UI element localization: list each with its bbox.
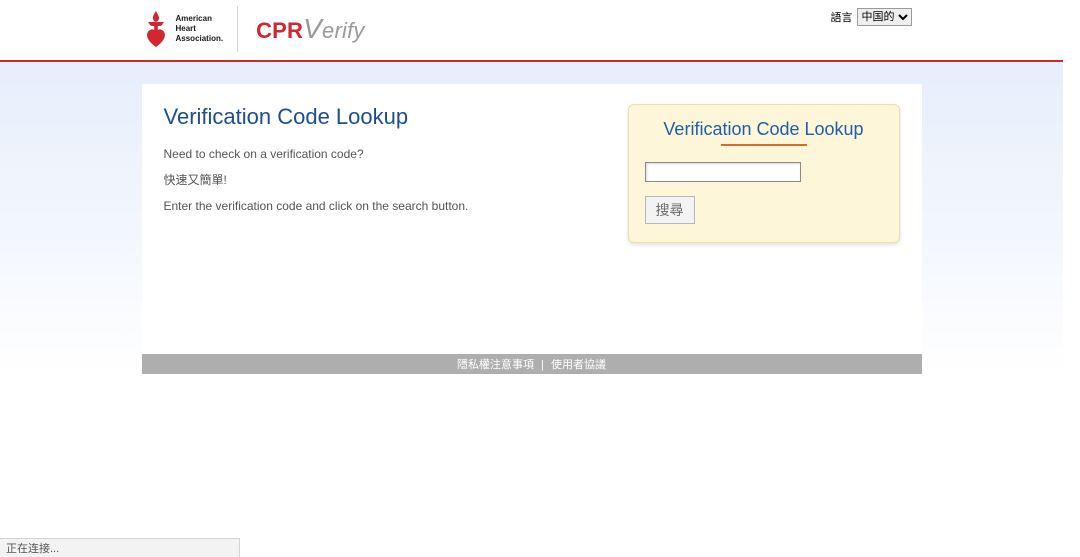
- language-picker: 語言 中国的: [831, 8, 912, 26]
- lookup-panel: Verification Code Lookup 搜尋: [628, 104, 900, 243]
- logo-area: American Heart Association. CPRVerify: [142, 6, 365, 52]
- cprverify-logo: CPRVerify: [256, 13, 365, 45]
- page-title: Verification Code Lookup: [164, 104, 602, 130]
- content-card: Verification Code Lookup Need to check o…: [142, 84, 922, 352]
- verification-code-input[interactable]: [645, 162, 801, 182]
- lookup-title: Verification Code Lookup: [645, 119, 883, 140]
- aha-heart-torch-icon: [142, 9, 170, 49]
- search-button[interactable]: 搜尋: [645, 196, 695, 224]
- language-select[interactable]: 中国的: [857, 8, 912, 26]
- browser-status-text: 正在连接...: [0, 538, 240, 557]
- intro-line-1: Need to check on a verification code?: [164, 146, 602, 162]
- footer-bar: 隱私權注意事項 | 使用者協議: [142, 354, 922, 374]
- lookup-title-underline: [721, 144, 807, 146]
- aha-text: American Heart Association.: [176, 14, 224, 44]
- intro-line-2: 快速又簡單!: [164, 172, 602, 188]
- footer-link-eula[interactable]: 使用者協議: [551, 359, 606, 371]
- footer-sep: |: [537, 359, 548, 371]
- footer-link-privacy[interactable]: 隱私權注意事項: [457, 359, 534, 371]
- aha-logo: American Heart Association.: [142, 6, 239, 52]
- intro-line-3: Enter the verification code and click on…: [164, 198, 602, 214]
- header: American Heart Association. CPRVerify 語言…: [0, 0, 1063, 60]
- language-label: 語言: [831, 9, 853, 25]
